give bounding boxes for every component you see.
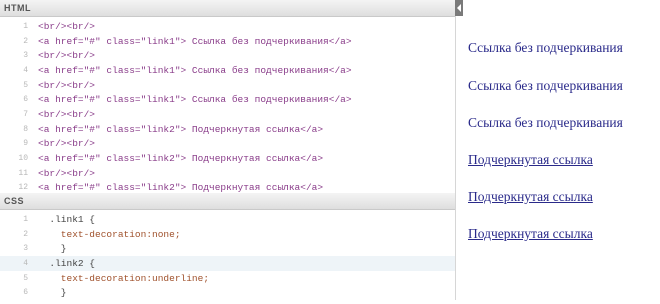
line-number: 9 (23, 139, 28, 149)
code-text[interactable]: <br/><br/> (38, 50, 95, 61)
line-number: 12 (18, 183, 28, 193)
html-panel-title: HTML (4, 3, 31, 13)
code-text[interactable]: <a href="#" class="link2"> Подчеркнутая … (38, 182, 323, 193)
code-line[interactable]: 1 <br/><br/> (0, 19, 455, 34)
code-line[interactable]: 11 <br/><br/> (0, 166, 455, 181)
code-line[interactable]: 1 .link1 { (0, 212, 455, 227)
code-line[interactable]: 8 <a href="#" class="link2"> Подчеркнутая… (0, 122, 455, 137)
html-code-editor[interactable]: 1 <br/><br/> 2 <a href="#" class="link1"> … (0, 17, 455, 193)
result-link-no-underline[interactable]: Ссылка без подчеркивания (468, 78, 623, 94)
code-text[interactable]: <br/><br/> (38, 168, 95, 179)
line-number: 6 (23, 288, 28, 298)
line-number: 3 (23, 51, 28, 61)
code-line[interactable]: 6 } (0, 285, 455, 300)
result-link-underlined[interactable]: Подчеркнутая ссылка (468, 189, 593, 205)
code-line[interactable]: 12 <a href="#" class="link2"> Подчеркнута… (0, 181, 455, 193)
collapse-panel-handle[interactable] (455, 0, 463, 16)
line-number: 2 (23, 36, 28, 46)
code-line[interactable]: 3 } (0, 241, 455, 256)
code-text[interactable]: <a href="#" class="link1"> Ссылка без по… (38, 65, 352, 76)
line-number: 4 (23, 258, 28, 268)
code-text[interactable]: <a href="#" class="link2"> Подчеркнутая … (38, 153, 323, 164)
line-number: 1 (23, 21, 28, 31)
code-text[interactable]: text-decoration:none; (38, 229, 181, 240)
code-text[interactable]: text-decoration:underline; (38, 273, 209, 284)
code-text[interactable]: .link1 { (38, 214, 95, 225)
result-preview-pane: Ссылка без подчеркивания Ссылка без подч… (464, 0, 660, 300)
code-text[interactable]: <br/><br/> (38, 80, 95, 91)
css-code-editor[interactable]: 1 .link1 { 2 text-decoration:none; 3 } 4… (0, 210, 455, 304)
code-text[interactable]: <a href="#" class="link1"> Ссылка без по… (38, 36, 352, 47)
line-number: 7 (23, 109, 28, 119)
line-number: 1 (23, 214, 28, 224)
code-text[interactable]: } (38, 243, 67, 254)
code-line[interactable]: 5 <br/><br/> (0, 78, 455, 93)
result-link-underlined[interactable]: Подчеркнутая ссылка (468, 152, 593, 168)
line-number: 2 (23, 229, 28, 239)
result-link-no-underline[interactable]: Ссылка без подчеркивания (468, 40, 623, 56)
code-text[interactable]: } (38, 287, 67, 298)
css-panel-title: CSS (4, 196, 25, 206)
code-text[interactable]: <br/><br/> (38, 109, 95, 120)
line-number: 10 (18, 154, 28, 164)
line-number: 8 (23, 124, 28, 134)
line-number: 4 (23, 65, 28, 75)
line-number: 5 (23, 273, 28, 283)
line-number: 5 (23, 80, 28, 90)
code-line[interactable]: 10 <a href="#" class="link2"> Подчеркнута… (0, 151, 455, 166)
code-text[interactable]: <a href="#" class="link1"> Ссылка без по… (38, 94, 352, 105)
result-link-underlined[interactable]: Подчеркнутая ссылка (468, 226, 593, 242)
code-line[interactable]: 2 <a href="#" class="link1"> Ссылка без п… (0, 34, 455, 49)
line-number: 3 (23, 244, 28, 254)
html-panel-header: HTML (0, 0, 455, 17)
line-number: 6 (23, 95, 28, 105)
css-panel-header: CSS (0, 193, 455, 210)
code-text[interactable]: <a href="#" class="link2"> Подчеркнутая … (38, 124, 323, 135)
code-text[interactable]: <br/><br/> (38, 21, 95, 32)
code-line[interactable]: 5 text-decoration:underline; (0, 271, 455, 286)
code-line-active[interactable]: 4 .link2 { (0, 256, 455, 271)
code-text[interactable]: .link2 { (38, 258, 95, 269)
code-line[interactable]: 2 text-decoration:none; (0, 227, 455, 242)
code-line[interactable]: 4 <a href="#" class="link1"> Ссылка без п… (0, 63, 455, 78)
editor-pane: HTML 1 <br/><br/> 2 <a href="#" class="lin… (0, 0, 456, 300)
code-line[interactable]: 3 <br/><br/> (0, 48, 455, 63)
result-link-no-underline[interactable]: Ссылка без подчеркивания (468, 115, 623, 131)
code-text[interactable]: <br/><br/> (38, 138, 95, 149)
code-line[interactable]: 7 <br/><br/> (0, 107, 455, 122)
code-line[interactable]: 6 <a href="#" class="link1"> Ссылка без п… (0, 92, 455, 107)
line-number: 11 (18, 168, 28, 178)
code-line[interactable]: 9 <br/><br/> (0, 137, 455, 152)
